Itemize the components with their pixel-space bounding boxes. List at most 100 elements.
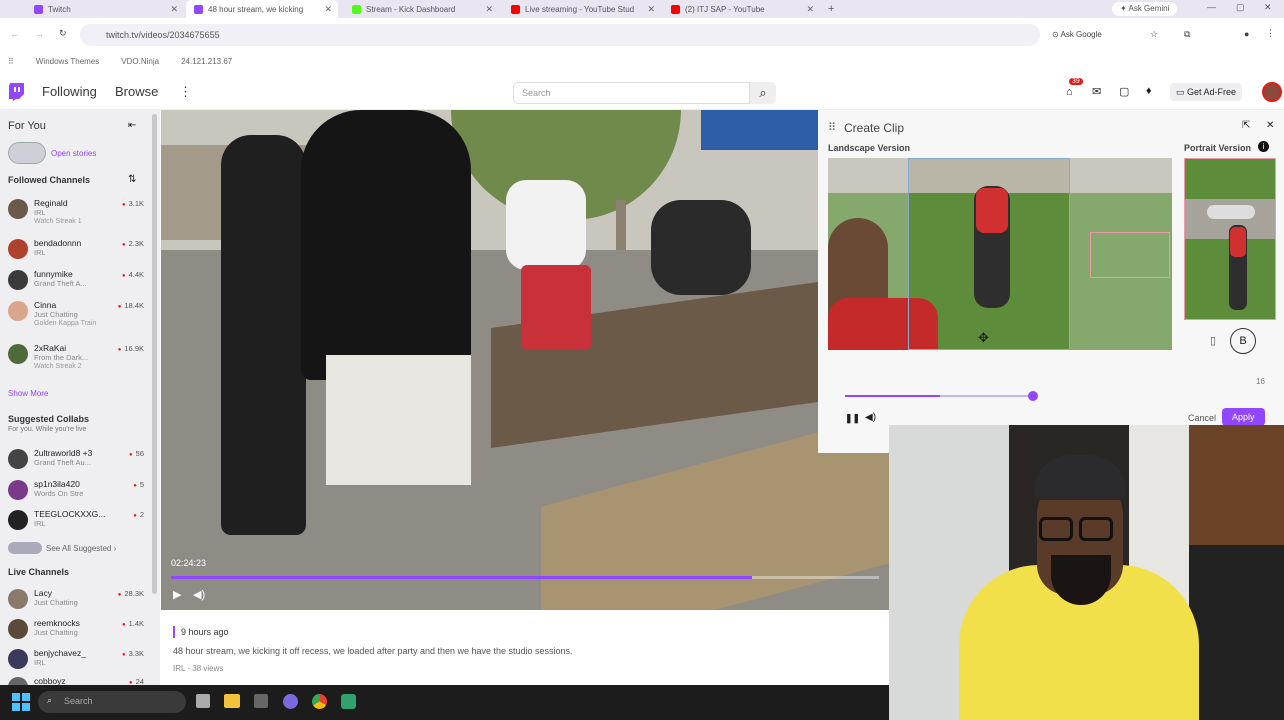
nav-browse[interactable]: Browse [115, 84, 158, 99]
browser-tab-bar: Twitch ✕ 48 hour stream, we kicking ✕ Stre… [0, 0, 1284, 18]
app-icon[interactable] [341, 694, 356, 709]
followed-channel-1[interactable]: bendadonnnIRL 2.3K [8, 236, 148, 262]
open-stories-link[interactable]: Open stories [51, 149, 96, 158]
store-icon[interactable] [254, 694, 268, 708]
close-clip-icon[interactable]: ✕ [1266, 120, 1274, 131]
close-tab-icon[interactable]: ✕ [485, 4, 493, 15]
taskbar-search-input[interactable]: ⌕ Search [38, 691, 186, 713]
collapse-sidebar-icon[interactable]: ⇤ [128, 120, 136, 131]
crop-frame[interactable] [908, 158, 1070, 350]
video-player[interactable]: 02:24:23 ▶ ◀) [161, 110, 889, 610]
suggested-channel-2[interactable]: TEEGLOCKXXG...IRL 2 [8, 507, 148, 533]
clip-volume-icon[interactable]: ◀) [865, 412, 876, 423]
popout-icon[interactable]: ⇱ [1242, 120, 1250, 131]
more-dots-icon[interactable]: ⋮ [179, 84, 192, 100]
browser-tab-3[interactable]: Live streaming - YouTube Stud ✕ [503, 0, 661, 18]
new-tab-icon[interactable]: + [828, 3, 834, 15]
url-text: twitch.tv/videos/2034675655 [106, 30, 220, 40]
url-field[interactable]: twitch.tv/videos/2034675655 [80, 24, 1040, 46]
volume-icon[interactable]: ◀) [193, 588, 205, 601]
back-icon[interactable]: ← [10, 29, 19, 39]
task-view-icon[interactable] [196, 694, 210, 708]
forward-icon[interactable]: → [35, 29, 44, 39]
close-tab-icon[interactable]: ✕ [170, 4, 178, 15]
reload-icon[interactable]: ↻ [59, 28, 67, 39]
ask-google-label: Ask Google [1060, 30, 1102, 39]
viewer-count: 24 [129, 677, 144, 685]
stories-avatars[interactable] [8, 142, 46, 164]
bookmark-windows-themes[interactable]: Windows Themes [36, 57, 99, 66]
close-tab-icon[interactable]: ✕ [806, 4, 814, 15]
user-avatar[interactable] [1262, 82, 1282, 102]
live-channel-2[interactable]: benjychavez_IRL 3.3K [8, 646, 148, 672]
suggested-subtitle: For you. While you're live [8, 426, 87, 433]
followed-channel-4[interactable]: 2xRaKaiFrom the Dark... 16.9K Watch Streak… [8, 341, 148, 370]
live-channel-0[interactable]: LacyJust Chatting 28.3K [8, 586, 148, 612]
file-explorer-icon[interactable] [224, 694, 240, 708]
close-tab-icon[interactable]: ✕ [647, 4, 655, 15]
portrait-toggle-icon[interactable]: ▯ [1210, 334, 1216, 347]
close-tab-icon[interactable]: ✕ [324, 4, 332, 15]
sort-icon[interactable]: ⇅ [128, 174, 136, 185]
profile-icon[interactable]: ● [1244, 29, 1249, 39]
followed-channel-2[interactable]: funnymikeGrand Theft A... 4.4K [8, 267, 148, 293]
nav-following[interactable]: Following [42, 84, 97, 99]
suggested-channel-0[interactable]: 2ultraworld8 +3Grand Theft Au... 56 [8, 446, 148, 472]
minimize-icon[interactable]: — [1207, 2, 1216, 12]
portrait-b-button[interactable]: B [1230, 328, 1256, 354]
drag-handle-icon[interactable]: ⠿ [828, 121, 836, 134]
see-all-suggested-link[interactable]: See All Suggested › [46, 544, 116, 553]
whispers-icon[interactable]: ✉ [1092, 85, 1101, 98]
show-more-link[interactable]: Show More [8, 389, 48, 398]
landscape-preview[interactable]: ✥ [828, 158, 1172, 350]
menu-dots-icon[interactable]: ⋮ [1266, 28, 1275, 39]
get-ad-free-button[interactable]: ▭ Get Ad-Free [1170, 83, 1243, 101]
followed-channel-0[interactable]: ReginaldIRL 3.1K Watch Streak 1 [8, 196, 148, 225]
apply-button[interactable]: Apply [1222, 408, 1265, 426]
channel-name: Reginald [34, 198, 68, 208]
bookmarks-bar: ⠿ Windows Themes VDO.Ninja 24.121.213.67 [0, 52, 1284, 70]
activity-icon[interactable]: ▢ [1119, 85, 1129, 98]
crown-icon[interactable]: ♦ [1146, 85, 1152, 97]
bookmark-ip[interactable]: 24.121.213.67 [181, 57, 232, 66]
live-channel-3[interactable]: cobboyz 24 [8, 674, 148, 685]
clip-slider-handle[interactable] [1028, 391, 1038, 401]
clip-length-slider[interactable] [845, 395, 1035, 397]
windows-start-icon[interactable] [12, 693, 30, 711]
apps-grid-icon[interactable]: ⠿ [8, 57, 14, 66]
close-window-icon[interactable]: ✕ [1264, 2, 1272, 13]
info-icon[interactable]: i [1258, 141, 1269, 152]
suggested-channel-1[interactable]: sp1n3ila420Words On Stre 5 [8, 477, 148, 503]
browser-tab-4[interactable]: (2) ITJ SAP - YouTube ✕ [663, 0, 820, 18]
ask-gemini-button[interactable]: ✦ Ask Gemini [1112, 2, 1178, 16]
twitch-logo-icon[interactable] [8, 83, 24, 101]
discord-icon[interactable] [283, 694, 298, 709]
video-meta: IRL · 38 views [173, 664, 224, 673]
live-channel-1[interactable]: reemknocksJust Chatting 1.4K [8, 616, 148, 642]
move-cursor-icon: ✥ [978, 330, 989, 345]
seek-bar[interactable] [171, 576, 879, 579]
browser-tab-0[interactable]: Twitch ✕ [26, 0, 184, 18]
search-icon[interactable]: ⌕ [750, 82, 776, 104]
inbox-icon[interactable]: ⌂ [1066, 86, 1073, 98]
video-person-3-shirt [506, 180, 586, 270]
ask-google-button[interactable]: ⊙ Ask Google [1052, 30, 1102, 39]
pause-icon[interactable]: ❚❚ [845, 413, 860, 424]
browser-tab-1[interactable]: 48 hour stream, we kicking ✕ [186, 0, 338, 18]
avatar [8, 589, 28, 609]
taskbar-search-placeholder: Search [64, 696, 93, 706]
followed-channel-3[interactable]: CinnaJust Chatting 18.4K Golden Kappa Trai… [8, 298, 148, 327]
cancel-button[interactable]: Cancel [1180, 410, 1224, 426]
browser-tab-2[interactable]: Stream - Kick Dashboard ✕ [344, 0, 499, 18]
facecam-crop-box[interactable] [1090, 232, 1170, 278]
sidebar-scrollbar[interactable] [152, 114, 157, 594]
twitch-search-input[interactable]: Search [513, 82, 750, 104]
chrome-icon[interactable] [312, 694, 327, 709]
bookmark-star-icon[interactable]: ☆ [1150, 29, 1158, 40]
portrait-preview[interactable] [1184, 158, 1276, 320]
extensions-icon[interactable]: ⧉ [1184, 29, 1190, 40]
create-clip-title: Create Clip [844, 121, 905, 135]
bookmark-vdo-ninja[interactable]: VDO.Ninja [121, 57, 159, 66]
play-icon[interactable]: ▶ [173, 588, 181, 601]
maximize-icon[interactable]: ▢ [1236, 2, 1245, 13]
